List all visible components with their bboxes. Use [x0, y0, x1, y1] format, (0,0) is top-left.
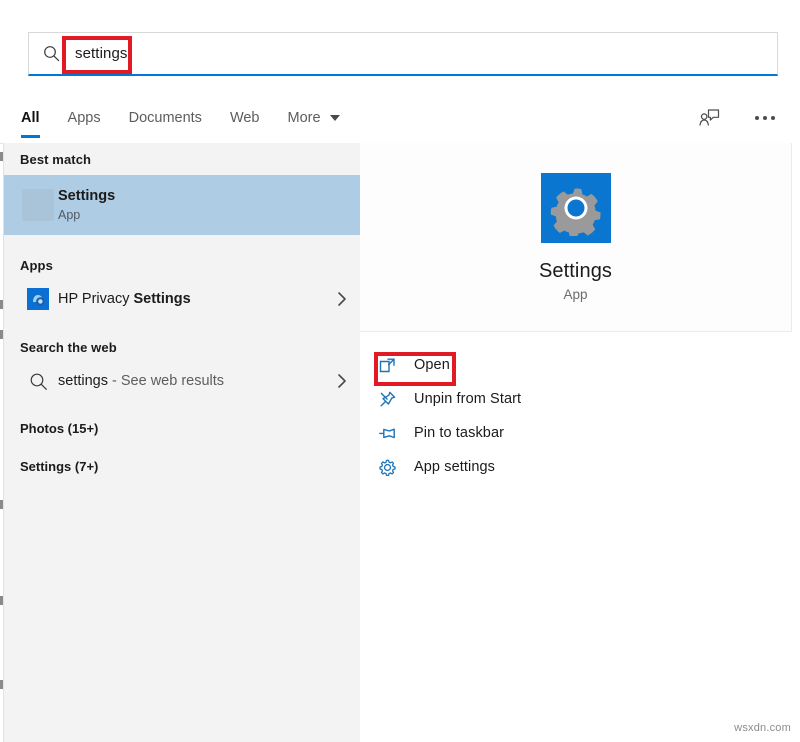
- tab-apps[interactable]: Apps: [54, 92, 115, 143]
- search-icon: [18, 372, 58, 391]
- search-the-web-header: Search the web: [4, 331, 360, 363]
- search-input-value: settings: [73, 45, 128, 62]
- app-action-list: Open Unpin from Start: [360, 348, 792, 484]
- open-external-icon: [378, 356, 414, 375]
- result-title: HP Privacy Settings: [58, 291, 191, 307]
- result-subtitle: App: [58, 207, 360, 223]
- result-text: Settings App: [58, 187, 360, 223]
- result-title: Settings: [58, 188, 115, 204]
- watermark: wsxdn.com: [734, 722, 791, 734]
- chevron-right-icon[interactable]: [324, 291, 360, 307]
- web-suffix-text: - See web results: [108, 373, 224, 389]
- settings-count-header[interactable]: Settings (7+): [4, 447, 360, 485]
- ellipsis-glyph: [755, 116, 775, 120]
- result-item-settings-best-match[interactable]: Settings App: [4, 175, 360, 235]
- preview-app-subtitle: App: [563, 287, 587, 302]
- search-window: settings All Apps Documents Web More: [0, 0, 800, 742]
- result-title-prefix: HP Privacy: [58, 291, 133, 307]
- edge-tick: [0, 152, 3, 161]
- chevron-down-icon: [330, 115, 340, 121]
- action-app-settings-label: App settings: [414, 459, 495, 475]
- hp-privacy-settings-icon: [18, 288, 58, 310]
- result-text: settings - See web results: [58, 372, 324, 390]
- settings-thumbnail-icon: [18, 189, 58, 221]
- pin-taskbar-icon: [378, 424, 414, 443]
- result-item-web-search[interactable]: settings - See web results: [4, 363, 360, 399]
- result-item-hp-privacy-settings[interactable]: HP Privacy Settings: [4, 281, 360, 317]
- tab-all-label: All: [21, 110, 40, 126]
- apps-header: Apps: [4, 249, 360, 281]
- results-pane: Best match Settings App Apps HP Pr: [4, 143, 360, 742]
- tab-list: All Apps Documents Web More: [18, 92, 354, 143]
- edge-tick: [0, 500, 3, 509]
- edge-tick: [0, 596, 3, 605]
- action-app-settings[interactable]: App settings: [360, 450, 792, 484]
- text-caret: [129, 45, 130, 62]
- tab-all[interactable]: All: [18, 92, 54, 143]
- edge-tick: [0, 330, 3, 339]
- tab-documents[interactable]: Documents: [115, 92, 216, 143]
- more-options-icon[interactable]: [750, 103, 780, 133]
- tab-actions: [694, 92, 780, 143]
- feedback-icon[interactable]: [694, 103, 724, 133]
- edge-tick: [0, 300, 3, 309]
- action-unpin-label: Unpin from Start: [414, 391, 521, 407]
- web-query-text: settings: [58, 373, 108, 389]
- tab-more[interactable]: More: [274, 92, 354, 143]
- photos-count-header[interactable]: Photos (15+): [4, 409, 360, 447]
- settings-gear-icon: [541, 173, 611, 243]
- result-text: HP Privacy Settings: [58, 290, 324, 308]
- tab-apps-label: Apps: [68, 110, 101, 126]
- action-pin-to-taskbar[interactable]: Pin to taskbar: [360, 416, 792, 450]
- best-match-header: Best match: [4, 143, 360, 175]
- app-preview-card: Settings App: [360, 143, 792, 332]
- tab-web[interactable]: Web: [216, 92, 274, 143]
- result-title: settings - See web results: [58, 373, 224, 389]
- preview-app-title: Settings: [539, 260, 612, 283]
- tab-web-label: Web: [230, 110, 260, 126]
- chevron-right-icon[interactable]: [324, 373, 360, 389]
- gear-icon: [378, 458, 414, 477]
- tab-documents-label: Documents: [129, 110, 202, 126]
- tab-strip: All Apps Documents Web More: [0, 92, 800, 144]
- unpin-icon: [378, 390, 414, 409]
- preview-pane: Settings App Open: [360, 143, 800, 742]
- action-open-label: Open: [414, 357, 450, 373]
- tab-more-label: More: [288, 110, 321, 126]
- search-input[interactable]: settings: [28, 32, 778, 76]
- action-pin-taskbar-label: Pin to taskbar: [414, 425, 504, 441]
- search-region: settings: [0, 0, 800, 92]
- result-title-match: Settings: [133, 291, 190, 307]
- action-unpin-from-start[interactable]: Unpin from Start: [360, 382, 792, 416]
- search-icon: [29, 33, 73, 75]
- action-open[interactable]: Open: [360, 348, 792, 382]
- edge-tick: [0, 680, 3, 689]
